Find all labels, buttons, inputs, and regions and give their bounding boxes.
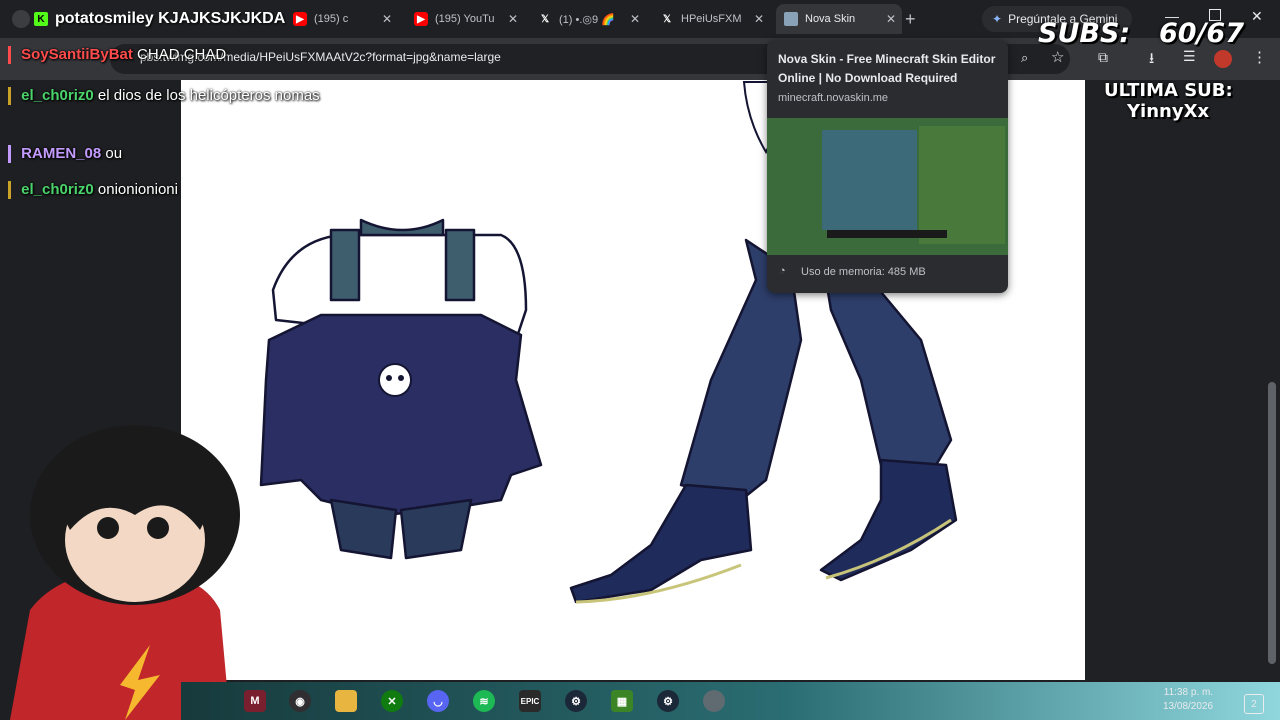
tab-title: potatosmiley KJAJKSJKJKDA — [55, 10, 286, 27]
close-icon[interactable]: ✕ — [382, 12, 392, 26]
spotify-icon[interactable]: ≋ — [473, 690, 495, 712]
media-control-icon[interactable]: ☰ — [1183, 48, 1196, 65]
chat-message: el_ch0riz0 onionionioni — [8, 181, 178, 200]
discord-icon[interactable]: ◡ — [427, 690, 449, 712]
tab-kick[interactable]: K potatosmiley KJAJKSJKJKDA — [34, 4, 294, 34]
last-sub-label: ULTIMA SUB: — [1104, 80, 1233, 101]
youtube-icon: ▶ — [293, 12, 307, 26]
notification-badge[interactable]: 2 — [1244, 694, 1264, 714]
chat-username: SoySantiiByBat — [21, 46, 133, 63]
taskbar-time: 11:38 p. m. — [1163, 687, 1214, 698]
x-logo-icon: 𝕏 — [540, 13, 550, 25]
profile-avatar[interactable] — [1214, 50, 1232, 68]
hover-card-title: Nova Skin - Free Minecraft Skin Editor O… — [778, 52, 996, 85]
chat-message: SoySantiiByBat CHAD CHAD — [8, 46, 227, 65]
thumbnail-scene — [919, 126, 1005, 244]
chat-username: RAMEN_08 — [21, 145, 102, 162]
tab-youtube-2[interactable]: ▶ (195) YouTu ✕ — [414, 4, 524, 34]
chat-message: RAMEN_08 ou — [8, 145, 123, 164]
folder-icon[interactable] — [335, 690, 357, 712]
zoom-icon[interactable]: ⌕ — [1021, 50, 1028, 66]
close-icon[interactable]: ✕ — [630, 12, 640, 26]
youtube-icon: ▶ — [414, 12, 428, 26]
hover-card-memory: Uso de memoria: 485 MB — [801, 266, 926, 278]
chat-message: el_ch0riz0 el dios de los helicópteros n… — [8, 83, 328, 109]
scrollbar-thumb[interactable] — [1268, 382, 1276, 664]
gemini-icon: ✦ — [992, 12, 1003, 26]
streamer-avatar — [10, 425, 240, 720]
tab-title: (195) c — [314, 13, 349, 25]
nova-skin-icon — [784, 12, 798, 26]
bookmark-star-icon[interactable]: ☆ — [1051, 48, 1064, 66]
steam-icon[interactable]: ⚙ — [657, 690, 679, 712]
moonlight-icon[interactable]: M — [244, 690, 266, 712]
chat-text: onionionioni — [97, 181, 178, 198]
tab-search-button[interactable] — [12, 10, 30, 28]
page-side-background — [1085, 80, 1280, 680]
extensions-icon[interactable]: ⧉ — [1098, 49, 1108, 66]
x-logo-icon: 𝕏 — [662, 13, 672, 25]
tab-x-1[interactable]: 𝕏 (1) •.◎9 🌈 ✕ — [538, 4, 646, 34]
hover-card-thumbnail — [767, 118, 1008, 255]
thumbnail-editor-panel — [822, 130, 917, 230]
subs-label: SUBS: — [1038, 18, 1131, 49]
download-icon[interactable]: ⭳ — [1149, 48, 1154, 73]
tab-x-2[interactable]: 𝕏 HPeiUsFXM ✕ — [660, 4, 770, 34]
close-icon[interactable]: ✕ — [508, 12, 518, 26]
last-sub-name: YinnyXx — [1127, 101, 1210, 122]
subs-count: 60/67 — [1159, 18, 1245, 49]
xbox-icon[interactable]: ✕ — [381, 690, 403, 712]
chat-bar — [8, 87, 11, 106]
tab-title: (195) YouTu — [435, 13, 495, 25]
steam-icon[interactable]: ⚙ — [565, 690, 587, 712]
taskbar-clock[interactable]: 11:38 p. m. 13/08/2026 — [1163, 686, 1213, 714]
chat-username: el_ch0riz0 — [21, 87, 94, 104]
chat-text: CHAD CHAD — [137, 46, 227, 63]
chat-bar — [8, 181, 11, 200]
kick-icon: K — [34, 12, 48, 26]
tab-title: (1) •.◎9 🌈 — [559, 13, 615, 26]
chat-bar — [8, 145, 11, 164]
close-icon[interactable]: ✕ — [754, 12, 764, 26]
chat-text: ou — [105, 145, 123, 162]
other-app-icon[interactable] — [703, 690, 725, 712]
hover-card-url: minecraft.novaskin.me — [778, 92, 889, 104]
chat-bar — [8, 46, 11, 65]
tab-youtube-1[interactable]: ▶ (195) c ✕ — [293, 4, 398, 34]
close-window-icon[interactable]: ✕ — [1251, 8, 1263, 25]
chat-text: el dios de los helicópteros nomas — [97, 87, 320, 104]
new-tab-plus-icon[interactable]: + — [905, 9, 916, 30]
memory-icon: ◔ — [779, 265, 786, 277]
obs-icon[interactable]: ◉ — [289, 690, 311, 712]
minecraft-icon[interactable]: ▦ — [611, 690, 633, 712]
close-icon[interactable]: ✕ — [886, 12, 896, 26]
tab-title: Nova Skin — [805, 13, 856, 25]
tab-title: HPeiUsFXM — [681, 13, 742, 25]
menu-dots-icon[interactable]: ⋮ — [1252, 48, 1267, 66]
thumbnail-toolbar — [827, 230, 947, 238]
skull-emblem — [378, 363, 412, 397]
epic-games-icon[interactable]: EPIC — [519, 690, 541, 712]
taskbar-date: 13/08/2026 — [1163, 701, 1214, 712]
tab-nova-skin[interactable]: Nova Skin ✕ — [776, 4, 902, 34]
chat-username: el_ch0riz0 — [21, 181, 94, 198]
